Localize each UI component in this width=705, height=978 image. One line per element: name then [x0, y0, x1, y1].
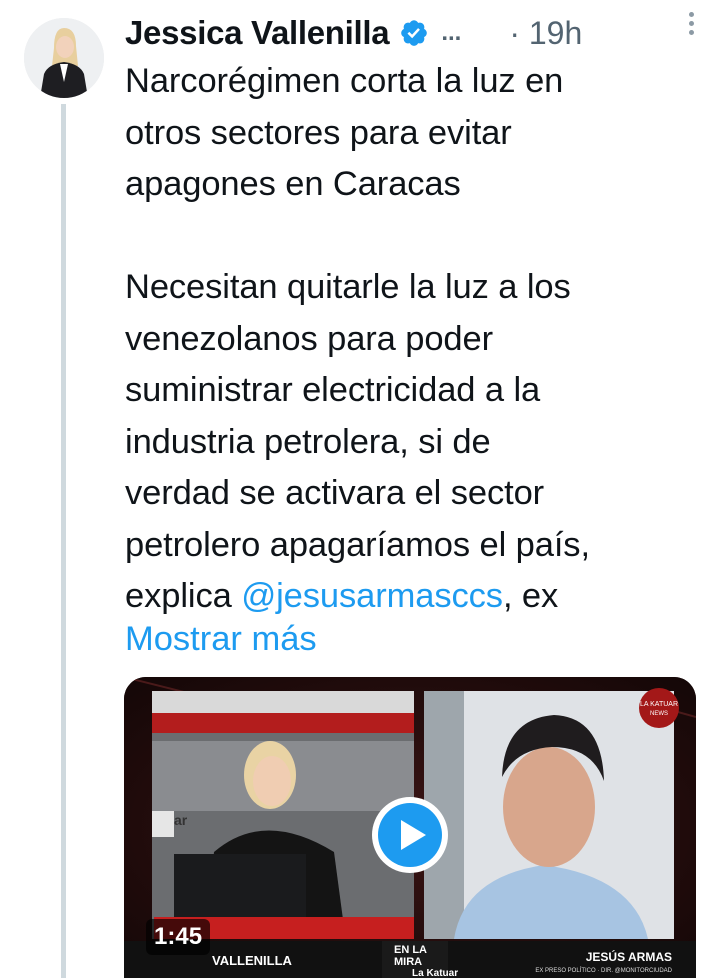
- avatar[interactable]: [24, 18, 104, 98]
- lower-third-right-role: EX PRESO POLÍTICO · DIR. @MONITORCIUDAD: [535, 967, 672, 974]
- channel-logo: LA KATUAR: [640, 701, 678, 708]
- video-player[interactable]: LA KATUAR NEWS VALLENILLA EN LA MIRA La …: [124, 677, 696, 978]
- tweet-header: Jessica Vallenilla ... · 19h: [125, 10, 689, 56]
- channel-logo-sub: NEWS: [650, 711, 668, 717]
- avatar-photo: [24, 18, 104, 98]
- lower-third-right-name: JESÚS ARMAS: [586, 949, 672, 964]
- right-video-panel: LA KATUAR NEWS: [424, 688, 679, 939]
- tweet-text-tail: , ex: [502, 577, 559, 615]
- set-sign: ar: [174, 812, 188, 828]
- name-overflow-ellipsis: ...: [441, 19, 462, 46]
- author-display-name[interactable]: Jessica Vallenilla: [125, 14, 390, 52]
- show-more-link[interactable]: Mostrar más: [125, 614, 317, 666]
- lower-third-center-1: EN LA: [394, 944, 427, 956]
- play-icon: [372, 797, 448, 873]
- thread-connector-line: [61, 104, 66, 978]
- video-duration: 1:45: [146, 919, 211, 955]
- mention-link[interactable]: @jesusarmasccs: [241, 577, 503, 615]
- tweet-text: Narcorégimen corta la luz en otros secto…: [125, 56, 695, 623]
- lower-third-center-2: MIRA: [394, 956, 422, 968]
- lower-third-left: VALLENILLA: [212, 953, 293, 968]
- left-video-panel: [152, 691, 414, 939]
- lower-third-center-3: La Katuar: [412, 968, 458, 978]
- more-vertical-icon[interactable]: [683, 12, 699, 38]
- tweet-timestamp[interactable]: · 19h: [509, 15, 582, 52]
- tweet-text-body: Narcorégimen corta la luz en otros secto…: [125, 62, 590, 615]
- verified-badge-icon: [389, 18, 429, 48]
